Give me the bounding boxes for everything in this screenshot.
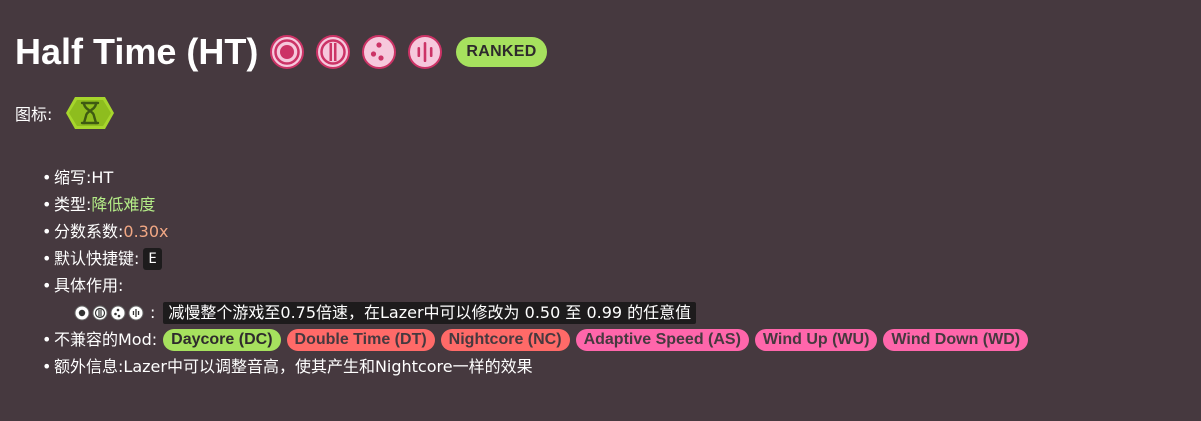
- list-item-type: • 类型: 降低难度: [42, 191, 1028, 218]
- type-label: 类型:: [54, 195, 92, 214]
- effect-label: 具体作用:: [54, 276, 124, 295]
- icon-label: 图标:: [15, 105, 53, 124]
- mod-pill-double-time[interactable]: Double Time (DT): [286, 328, 435, 351]
- mod-icon-row: 图标:: [15, 95, 116, 131]
- effect-detail-row: : 减慢整个游戏至0.75倍速，在Lazer中可以修改为 0.50 至 0.99…: [42, 299, 1028, 326]
- list-item-effect: • 具体作用:: [42, 272, 1028, 299]
- page-title: Half Time (HT): [15, 31, 259, 72]
- hotkey-key: E: [143, 247, 162, 270]
- mod-pill-adaptive-speed[interactable]: Adaptive Speed (AS): [575, 328, 749, 351]
- mod-pill-wind-down[interactable]: Wind Down (WD): [883, 328, 1029, 351]
- extra-label: 额外信息:: [54, 357, 124, 376]
- mod-pill-nightcore[interactable]: Nightcore (NC): [440, 328, 570, 351]
- page-header: Half Time (HT) RANKED: [15, 30, 547, 74]
- list-item-incompatible: • 不兼容的Mod: Daycore (DC) Double Time (DT)…: [42, 326, 1029, 353]
- incompat-label: 不兼容的Mod:: [54, 330, 158, 349]
- hotkey-label: 默认快捷键:: [54, 249, 140, 268]
- hourglass-icon: [66, 97, 115, 129]
- mod-pill-daycore[interactable]: Daycore (DC): [163, 328, 281, 351]
- abbrev-label: 缩写:: [54, 168, 92, 187]
- mania-icon: [128, 305, 144, 320]
- osu-standard-icon: [74, 305, 90, 320]
- effect-separator: :: [150, 303, 156, 322]
- effect-description: 减慢整个游戏至0.75倍速，在Lazer中可以修改为 0.50 至 0.99 的…: [163, 301, 697, 324]
- list-item-extra: • 额外信息: Lazer中可以调整音高，使其产生和Nightcore一样的效果: [42, 353, 1028, 380]
- taiko-icon: [314, 33, 352, 71]
- osu-standard-icon: [268, 33, 306, 71]
- ranked-badge: RANKED: [456, 37, 547, 67]
- mania-icon: [406, 33, 444, 71]
- incompatible-mods: Daycore (DC) Double Time (DT) Nightcore …: [163, 328, 1029, 351]
- catch-icon: [110, 305, 126, 320]
- taiko-icon: [92, 305, 108, 320]
- catch-icon: [360, 33, 398, 71]
- mod-pill-wind-up[interactable]: Wind Up (WU): [754, 328, 878, 351]
- list-item-multiplier: • 分数系数: 0.30x: [42, 218, 1028, 245]
- list-item-abbrev: • 缩写: HT: [42, 164, 1028, 191]
- multiplier-value: 0.30x: [123, 222, 169, 241]
- mod-info-list: • 缩写: HT • 类型: 降低难度 • 分数系数: 0.30x • 默认快捷…: [42, 164, 1029, 380]
- list-item-hotkey: • 默认快捷键: E: [42, 245, 1028, 272]
- extra-value: Lazer中可以调整音高，使其产生和Nightcore一样的效果: [123, 357, 533, 376]
- type-value: 降低难度: [91, 195, 156, 214]
- multiplier-label: 分数系数:: [54, 222, 124, 241]
- abbrev-value: HT: [91, 168, 114, 187]
